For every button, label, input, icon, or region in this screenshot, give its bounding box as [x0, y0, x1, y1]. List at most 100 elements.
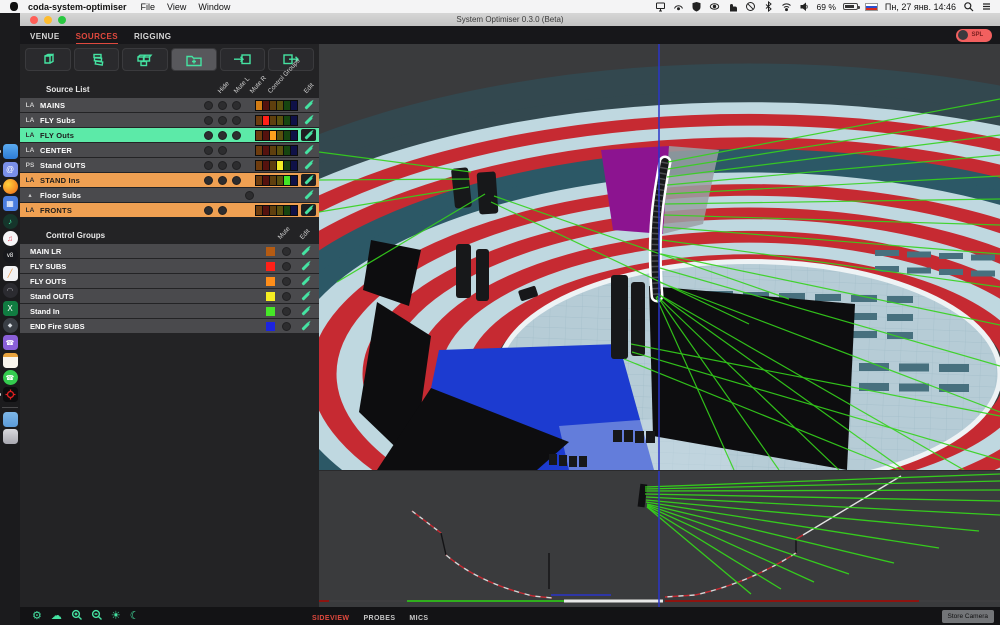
keyboard-layout-flag[interactable] [865, 3, 878, 11]
dock-item-viber[interactable]: ☎ [3, 335, 18, 350]
window-titlebar[interactable]: System Optimiser 0.3.0 (Beta) [20, 13, 1000, 26]
wifi-icon[interactable] [781, 1, 792, 12]
eye-icon[interactable] [709, 1, 720, 12]
speaker-cabinet-button[interactable] [25, 48, 71, 71]
control-group-color-swatch[interactable] [266, 292, 275, 301]
source-row-stand-outs[interactable]: PSStand OUTS [20, 158, 319, 172]
group-swatch[interactable] [284, 101, 290, 110]
zoom-window-button[interactable] [58, 16, 66, 24]
viewport-settings-button[interactable]: ⚙ [32, 611, 42, 622]
viewport-cloud-upload-button[interactable]: ☁ [51, 611, 62, 622]
mute-l-button[interactable] [218, 131, 227, 140]
group-swatch[interactable] [256, 176, 262, 185]
mute-l-button[interactable] [218, 116, 227, 125]
edit-source-button[interactable] [301, 189, 316, 201]
group-swatch[interactable] [270, 206, 276, 215]
mute-l-button[interactable] [218, 206, 227, 215]
spotlight-icon[interactable] [963, 1, 974, 12]
mute-l-button[interactable] [218, 176, 227, 185]
hide-button[interactable] [204, 146, 213, 155]
group-swatch[interactable] [291, 176, 297, 185]
edit-group-button[interactable] [298, 290, 313, 302]
dock-item-apple-music[interactable]: ♫ [3, 231, 18, 246]
sub-array-button[interactable] [122, 48, 168, 71]
dock-item-sketch[interactable]: ◆ [3, 318, 18, 333]
group-swatch[interactable] [284, 161, 290, 170]
menubar-menu-file[interactable]: File [141, 2, 156, 12]
tab-rigging[interactable]: RIGGING [134, 29, 171, 45]
menubar-menu-view[interactable]: View [167, 2, 186, 12]
source-row-fly-outs[interactable]: LAFLY Outs [20, 128, 319, 142]
group-swatch[interactable] [270, 146, 276, 155]
dock-item-folder[interactable] [3, 412, 18, 427]
group-swatch[interactable] [256, 146, 262, 155]
group-swatch[interactable] [277, 176, 283, 185]
control-group-row-fly-subs[interactable]: FLY SUBS [20, 259, 319, 273]
viewport-zoom-out-button[interactable] [91, 607, 102, 625]
group-swatch[interactable] [284, 176, 290, 185]
group-swatch[interactable] [263, 116, 269, 125]
dock-item-whatsapp[interactable]: ☎ [3, 370, 18, 385]
edit-source-button[interactable] [301, 114, 316, 126]
source-row-center[interactable]: LACENTER [20, 143, 319, 157]
group-swatch[interactable] [291, 131, 297, 140]
edit-group-button[interactable] [298, 275, 313, 287]
group-swatch[interactable] [291, 161, 297, 170]
menubar-menu-window[interactable]: Window [198, 2, 230, 12]
hide-button[interactable] [204, 131, 213, 140]
hand-icon[interactable] [727, 1, 738, 12]
control-group-color-swatch[interactable] [266, 307, 275, 316]
control-group-assignments[interactable] [255, 130, 298, 141]
group-swatch[interactable] [277, 101, 283, 110]
dock-item-v8[interactable]: v8 [3, 248, 18, 263]
tab-sources[interactable]: SOURCES [76, 29, 118, 45]
group-swatch[interactable] [291, 206, 297, 215]
edit-source-button[interactable] [301, 204, 316, 216]
group-swatch[interactable] [256, 131, 262, 140]
dock-item-mail[interactable]: @ [3, 162, 18, 177]
control-group-row-stand-outs[interactable]: Stand OUTS [20, 289, 319, 303]
control-group-color-swatch[interactable] [266, 277, 275, 286]
hide-button[interactable] [204, 116, 213, 125]
hide-button[interactable] [245, 191, 254, 200]
menubar-clock[interactable]: Пн, 27 янв. 14:46 [885, 2, 956, 12]
control-group-color-swatch[interactable] [266, 262, 275, 271]
group-swatch[interactable] [263, 146, 269, 155]
bluetooth-icon[interactable] [763, 1, 774, 12]
mute-button[interactable] [282, 262, 291, 271]
mute-l-button[interactable] [218, 161, 227, 170]
store-camera-button[interactable]: Store Camera [942, 610, 994, 623]
group-swatch[interactable] [270, 161, 276, 170]
dock-item-screen-share[interactable]: ▦ [3, 196, 18, 211]
mute-r-button[interactable] [232, 131, 241, 140]
tab-probes[interactable]: PROBES [363, 615, 395, 622]
group-swatch[interactable] [263, 131, 269, 140]
control-group-color-swatch[interactable] [266, 322, 275, 331]
minimize-window-button[interactable] [44, 16, 52, 24]
source-row-mains[interactable]: LAMAINS [20, 98, 319, 112]
volume-icon[interactable] [799, 1, 810, 12]
group-swatch[interactable] [284, 131, 290, 140]
control-group-assignments[interactable] [255, 115, 298, 126]
control-group-assignments[interactable] [255, 205, 298, 216]
dock-item-system-optimiser[interactable] [3, 387, 18, 402]
menubar-app-name[interactable]: coda-system-optimiser [28, 2, 127, 12]
control-group-row-fly-outs[interactable]: FLY OUTS [20, 274, 319, 288]
dock-item-excel[interactable]: X [3, 301, 18, 316]
edit-group-button[interactable] [298, 245, 313, 257]
do-not-disturb-icon[interactable] [745, 1, 756, 12]
line-array-button[interactable] [74, 48, 120, 71]
mute-button[interactable] [282, 292, 291, 301]
group-swatch[interactable] [277, 146, 283, 155]
hide-button[interactable] [204, 101, 213, 110]
control-group-row-main-lr[interactable]: MAIN LR [20, 244, 319, 258]
tab-mics[interactable]: MICS [409, 615, 428, 622]
mute-button[interactable] [282, 322, 291, 331]
group-swatch[interactable] [256, 101, 262, 110]
control-group-row-stand-in[interactable]: Stand In [20, 304, 319, 318]
import-box-button[interactable] [220, 48, 266, 71]
edit-source-button[interactable] [301, 144, 316, 156]
edit-group-button[interactable] [298, 260, 313, 272]
mute-r-button[interactable] [232, 101, 241, 110]
group-swatch[interactable] [270, 131, 276, 140]
